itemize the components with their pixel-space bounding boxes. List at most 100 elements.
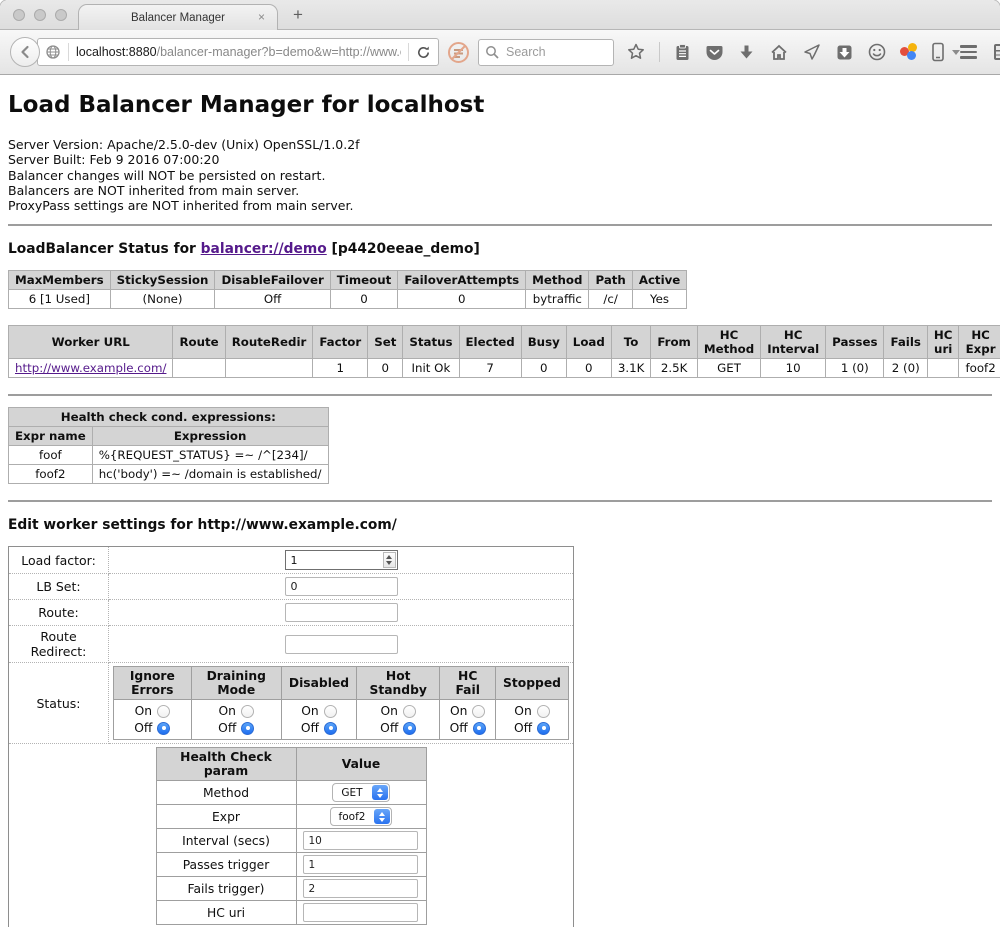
radio-draining-mode-off[interactable] — [241, 722, 254, 735]
server-info: Server Version: Apache/2.5.0-dev (Unix) … — [8, 137, 992, 213]
save-box-icon[interactable] — [835, 43, 854, 62]
radio-hot-standby-on[interactable] — [403, 705, 416, 718]
load-factor-label: Load factor: — [9, 547, 109, 574]
worker-cell-fails: 2 (0) — [884, 359, 927, 378]
route-redirect-input[interactable] — [285, 635, 398, 654]
balancer-demo-link[interactable]: balancer://demo — [201, 241, 327, 257]
worker-cell-worker-url: http://www.example.com/ — [9, 359, 173, 378]
back-button[interactable] — [10, 37, 40, 67]
method-label: Method — [156, 781, 296, 805]
form-row-load-factor: Load factor: 1 — [9, 547, 574, 574]
tab-close-icon[interactable]: × — [258, 10, 265, 24]
reload-icon[interactable] — [416, 45, 431, 60]
minimize-window-button[interactable] — [34, 9, 46, 21]
search-input[interactable] — [504, 44, 594, 60]
radio-disabled-off[interactable] — [324, 722, 337, 735]
tab-groups-icon[interactable] — [992, 42, 1000, 62]
clipboard-icon[interactable] — [673, 43, 692, 62]
device-sync-icon[interactable] — [931, 42, 945, 62]
hc-expr-title: Health check cond. expressions: — [9, 408, 329, 427]
expr-select[interactable]: foof2 — [330, 807, 393, 826]
divider — [8, 500, 992, 502]
close-window-button[interactable] — [13, 9, 25, 21]
home-icon[interactable] — [769, 42, 789, 62]
radio-draining-mode-on[interactable] — [241, 705, 254, 718]
toolbar-buttons — [626, 42, 960, 62]
route-input[interactable] — [285, 603, 398, 622]
new-tab-button[interactable]: + — [293, 5, 303, 25]
url-bar[interactable]: localhost:8880/balancer-manager?b=demo&w… — [37, 38, 439, 66]
menu-hamburger-icon[interactable] — [960, 45, 977, 59]
health-check-body: Method GET Expr foof2 Interval (secs)Passes … — [156, 781, 426, 925]
radio-hc-fail-on[interactable] — [472, 705, 485, 718]
content-block-icon[interactable] — [447, 41, 470, 64]
search-bar[interactable] — [478, 39, 614, 66]
server-info-line: ProxyPass settings are NOT inherited fro… — [8, 198, 992, 213]
hc-expr-header-row: Expr nameExpression — [9, 427, 329, 446]
worker-cell-load: 0 — [566, 359, 611, 378]
balancer-header-timeout: Timeout — [330, 271, 398, 290]
balancer-cell-disablefailover: Off — [215, 290, 330, 309]
bookmark-star-icon[interactable] — [626, 42, 646, 62]
status-cell-hc-fail: OnOff — [440, 700, 496, 740]
worker-cell-to: 3.1K — [611, 359, 651, 378]
radio-stopped-off[interactable] — [537, 722, 550, 735]
form-basic-rows: Load factor:1LB Set:Route:Route Redirect… — [9, 547, 574, 663]
navigation-toolbar: localhost:8880/balancer-manager?b=demo&w… — [0, 30, 1000, 75]
route-redirect-label: Route Redirect: — [9, 626, 109, 663]
worker-header-status: Status — [403, 326, 459, 359]
globe-icon[interactable] — [45, 44, 61, 60]
radio-ignore-errors-off[interactable] — [157, 722, 170, 735]
fails-trigger-input[interactable] — [303, 879, 418, 898]
passes-trigger-label: Passes trigger — [156, 853, 296, 877]
colored-dots-icon[interactable] — [900, 43, 918, 61]
health-check-header-row: Health Check paramValue — [156, 748, 426, 781]
edit-worker-heading: Edit worker settings for http://www.exam… — [8, 517, 992, 533]
search-icon — [485, 45, 499, 59]
status-cell-disabled: OnOff — [281, 700, 356, 740]
radio-hc-fail-off[interactable] — [473, 722, 486, 735]
worker-cell-from: 2.5K — [651, 359, 698, 378]
hc-param-row-interval-secs: Interval (secs) — [156, 829, 426, 853]
status-header-hc-fail: HC Fail — [440, 667, 496, 700]
pocket-icon[interactable] — [705, 43, 724, 62]
worker-cell-hc-interval: 10 — [761, 359, 826, 378]
worker-header-to: To — [611, 326, 651, 359]
expr-value: %{REQUEST_STATUS} =~ /^[234]/ — [92, 446, 328, 465]
download-arrow-icon[interactable] — [737, 43, 756, 62]
hc-uri-input[interactable] — [303, 903, 418, 922]
balancer-cell-failoverattempts: 0 — [398, 290, 526, 309]
passes-trigger-input[interactable] — [303, 855, 418, 874]
worker-cell-factor: 1 — [313, 359, 368, 378]
radio-disabled-on[interactable] — [324, 705, 337, 718]
send-plane-icon[interactable] — [802, 42, 822, 62]
balancer-table: MaxMembersStickySessionDisableFailoverTi… — [8, 270, 687, 309]
url-text[interactable]: localhost:8880/balancer-manager?b=demo&w… — [76, 45, 401, 59]
form-row-route: Route: — [9, 600, 574, 626]
expr-label: Expr — [156, 805, 296, 829]
worker-url-link[interactable]: http://www.example.com/ — [15, 361, 166, 375]
load-factor-input[interactable]: 1 — [285, 550, 398, 570]
interval-secs-label: Interval (secs) — [156, 829, 296, 853]
zoom-window-button[interactable] — [55, 9, 67, 21]
stepper-icon[interactable] — [383, 552, 396, 568]
radio-ignore-errors-on[interactable] — [157, 705, 170, 718]
caret-down-icon[interactable] — [952, 50, 960, 55]
tab-balancer-manager[interactable]: Balancer Manager × — [78, 4, 278, 30]
balancer-header-failoverattempts: FailoverAttempts — [398, 271, 526, 290]
browser-window: Balancer Manager × + localhost:8880/bala… — [0, 0, 1000, 927]
edit-worker-form: Load factor:1LB Set:Route:Route Redirect… — [8, 546, 574, 927]
emoji-smiley-icon[interactable] — [867, 42, 887, 62]
balancer-cell-stickysession: (None) — [110, 290, 215, 309]
radio-stopped-on[interactable] — [537, 705, 550, 718]
interval-secs-input[interactable] — [303, 831, 418, 850]
method-select[interactable]: GET — [332, 783, 389, 802]
radio-label: On — [219, 704, 236, 718]
balancer-header-path: Path — [589, 271, 632, 290]
worker-cell-status: Init Ok — [403, 359, 459, 378]
worker-header-route: Route — [173, 326, 225, 359]
worker-cell-elected: 7 — [459, 359, 521, 378]
lb-set-input[interactable] — [285, 577, 398, 596]
radio-hot-standby-off[interactable] — [403, 722, 416, 735]
balancer-header-disablefailover: DisableFailover — [215, 271, 330, 290]
